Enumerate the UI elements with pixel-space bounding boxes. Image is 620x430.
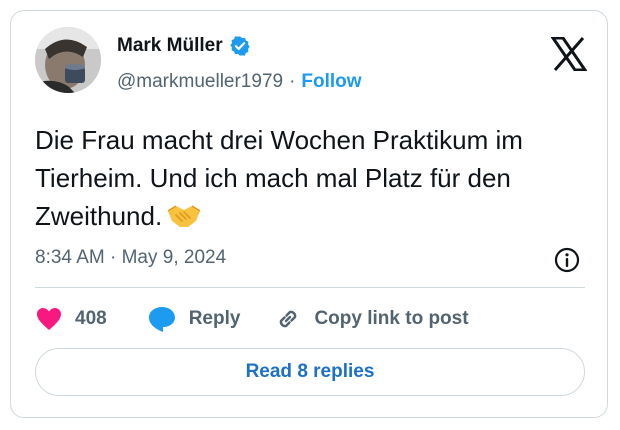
copy-link-label: Copy link to post bbox=[314, 308, 469, 329]
separator-dot: · bbox=[289, 71, 296, 92]
heart-icon bbox=[37, 308, 61, 330]
verified-badge-icon bbox=[229, 36, 250, 56]
handle-row: @markmueller1979 · Follow bbox=[117, 71, 362, 93]
author-name-row: Mark Müller bbox=[117, 35, 251, 57]
post-time: 8:34 AM bbox=[35, 247, 105, 268]
avatar-photo bbox=[35, 27, 101, 93]
tweet-text: Die Frau macht drei Wochen Praktikum im … bbox=[35, 121, 595, 235]
reply-button[interactable]: Reply bbox=[147, 305, 241, 333]
copy-link-button[interactable]: Copy link to post bbox=[274, 305, 469, 333]
tweet-card: Mark Müller @markmueller1979 · Follow Di… bbox=[10, 10, 608, 418]
reply-bubble-icon bbox=[148, 307, 175, 332]
link-icon bbox=[280, 310, 297, 328]
time-separator: · bbox=[110, 247, 117, 268]
post-date: May 9, 2024 bbox=[121, 247, 227, 268]
action-bar: 408 Reply Copy link to post bbox=[35, 303, 469, 335]
reply-label: Reply bbox=[188, 308, 241, 329]
avatar[interactable] bbox=[35, 27, 101, 93]
tweet-body: Die Frau macht drei Wochen Praktikum im … bbox=[35, 125, 523, 231]
divider bbox=[35, 287, 585, 288]
author-name[interactable]: Mark Müller bbox=[117, 35, 223, 57]
info-icon[interactable] bbox=[553, 246, 581, 274]
handshake-emoji bbox=[167, 205, 201, 227]
follow-button[interactable]: Follow bbox=[301, 71, 361, 93]
read-replies-button[interactable]: Read 8 replies bbox=[35, 348, 585, 396]
read-replies-label: Read 8 replies bbox=[245, 361, 375, 382]
author-handle[interactable]: @markmueller1979 bbox=[117, 71, 283, 93]
like-button[interactable]: 408 bbox=[35, 306, 107, 332]
like-count: 408 bbox=[75, 308, 107, 329]
timestamp[interactable]: 8:34 AM · May 9, 2024 bbox=[35, 247, 226, 269]
x-logo-icon[interactable] bbox=[551, 37, 587, 71]
